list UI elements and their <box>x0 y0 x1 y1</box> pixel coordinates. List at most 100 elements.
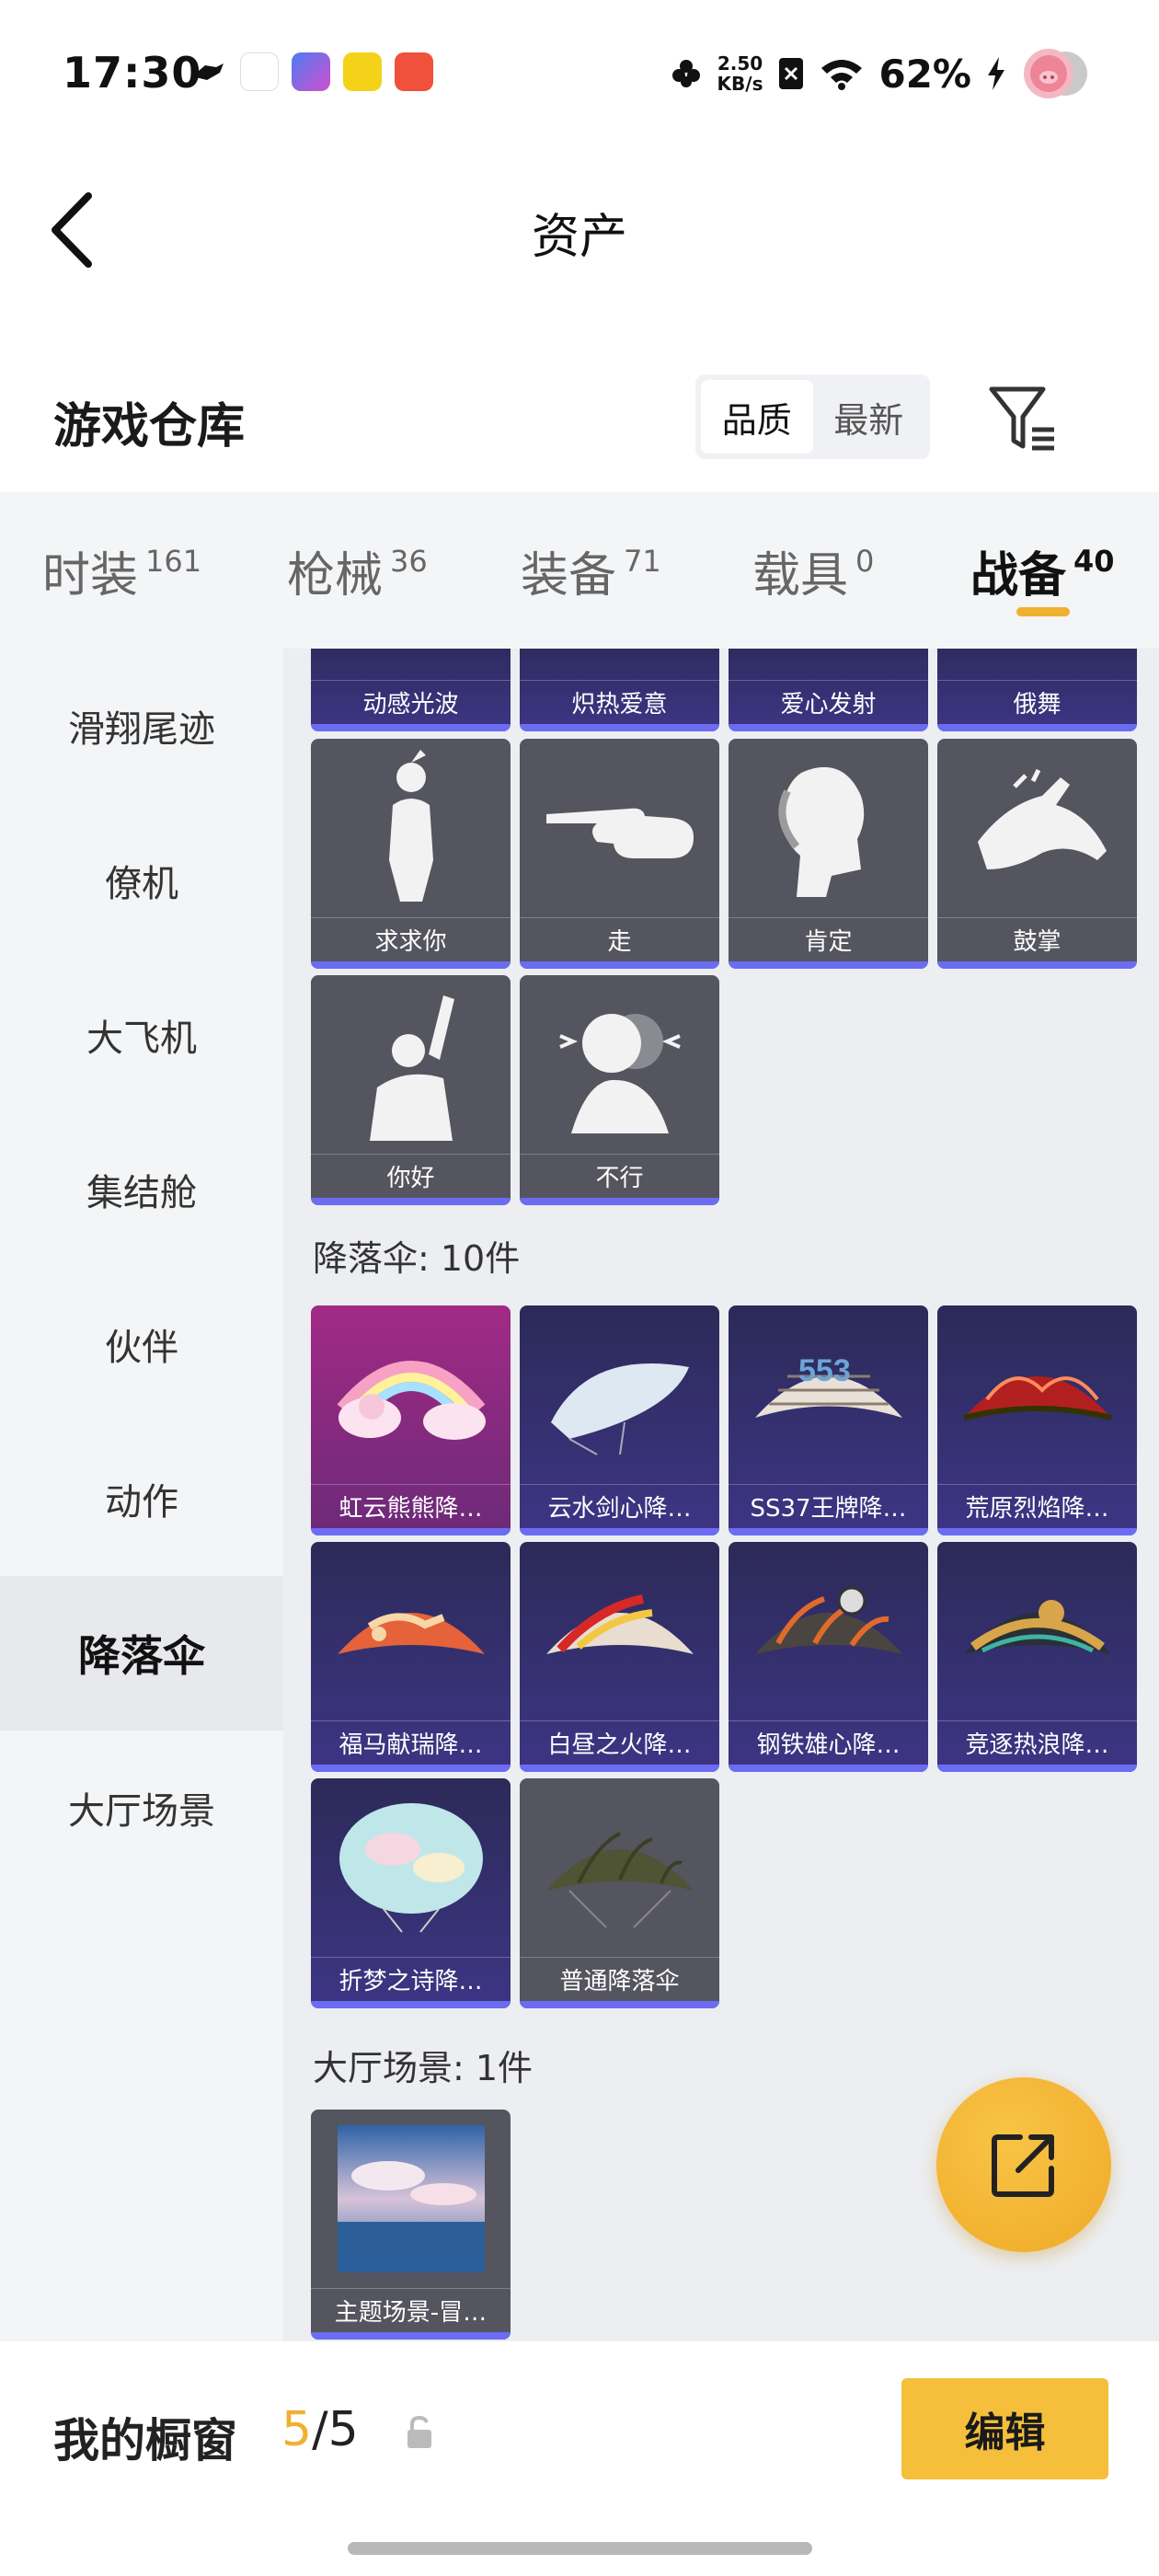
category-sidebar: 滑翔尾迹 僚机 大飞机 集结舱 伙伴 动作 降落伞 大厅场景 <box>0 649 283 2341</box>
sort-quality-option[interactable]: 品质 <box>701 380 813 454</box>
item-label: SS37王牌降… <box>729 1484 928 1528</box>
head-shake-icon <box>558 1014 681 1133</box>
rarity-bar <box>311 1765 511 1772</box>
sidebar-item-parachute[interactable]: 降落伞 <box>0 1576 283 1731</box>
unlock-icon <box>407 2415 431 2448</box>
item-label: 折梦之诗降… <box>311 1957 511 2001</box>
item-card[interactable]: 主题场景-冒… <box>311 2110 511 2340</box>
item-label: 爱心发射 <box>729 680 928 724</box>
item-label: 动感光波 <box>311 680 511 724</box>
sidebar-item-glide-trail[interactable]: 滑翔尾迹 <box>0 649 283 803</box>
rarity-bar <box>520 1765 719 1772</box>
item-card[interactable]: 不行 <box>520 975 719 1205</box>
speed-boat-icon <box>192 63 224 80</box>
item-card[interactable]: 竞逐热浪降… <box>937 1542 1137 1772</box>
item-label: 俄舞 <box>937 680 1137 724</box>
filter-icon[interactable] <box>986 382 1060 455</box>
tab-guns[interactable]: 枪械 36 <box>287 536 428 605</box>
flower-icon <box>671 60 700 87</box>
tab-vehicles[interactable]: 载具 0 <box>752 536 874 605</box>
rarity-bar <box>937 961 1137 969</box>
tab-combat-gear[interactable]: 战备 40 <box>970 536 1115 605</box>
item-card[interactable]: 走 <box>520 739 719 969</box>
calendar-icon <box>240 52 279 91</box>
category-tabs: 时装 161 枪械 36 装备 71 载具 0 战备 40 <box>0 492 1159 649</box>
tab-fashion-count: 161 <box>145 544 202 579</box>
wildfire-parachute-icon <box>962 1376 1112 1420</box>
item-label: 走 <box>520 917 719 961</box>
item-label: 普通降落伞 <box>520 1957 719 2001</box>
item-card[interactable]: 鼓掌 <box>937 739 1137 969</box>
parachute-art <box>520 1305 719 1484</box>
parachute-art <box>311 1778 511 1957</box>
showcase-bar: 我的橱窗 5/5 编辑 <box>0 2341 1159 2576</box>
action-art <box>520 975 719 1154</box>
share-icon <box>992 2134 1054 2197</box>
sidebar-item-wingman[interactable]: 僚机 <box>0 803 283 958</box>
warehouse-title: 游戏仓库 <box>53 399 246 454</box>
sidebar-item-lobby-scene[interactable]: 大厅场景 <box>0 1731 283 1885</box>
tab-equipment[interactable]: 装备 71 <box>521 536 661 605</box>
item-card[interactable]: 普通降落伞 <box>520 1778 719 2008</box>
tab-combat-gear-label: 战备 <box>970 548 1067 604</box>
home-indicator[interactable] <box>348 2542 812 2555</box>
rarity-bar <box>729 1528 928 1535</box>
item-label: 你好 <box>311 1154 511 1198</box>
showcase-count: 5/5 <box>281 2402 359 2457</box>
item-card[interactable]: 求求你 <box>311 739 511 969</box>
svg-text:553: 553 <box>798 1353 851 1388</box>
item-card[interactable]: 荒原烈焰降… <box>937 1305 1137 1535</box>
parachute-art <box>937 1542 1137 1720</box>
item-card[interactable]: 动感光波 <box>311 649 511 731</box>
tab-fashion-label: 时装 <box>42 548 139 604</box>
sidebar-item-big-plane[interactable]: 大飞机 <box>0 958 283 1112</box>
parachute-art <box>311 1305 511 1484</box>
sidebar-item-rally-pod[interactable]: 集结舱 <box>0 1112 283 1267</box>
item-card[interactable]: 俄舞 <box>937 649 1137 731</box>
rarity-bar <box>311 961 511 969</box>
share-button[interactable] <box>936 2077 1111 2252</box>
rarity-bar <box>937 1528 1137 1535</box>
item-card[interactable]: 虹云熊熊降… <box>311 1305 511 1535</box>
item-card[interactable]: 钢铁雄心降… <box>729 1542 928 1772</box>
wifi-icon <box>821 60 863 90</box>
item-label: 虹云熊熊降… <box>311 1484 511 1528</box>
item-card[interactable]: 福马献瑞降… <box>311 1542 511 1772</box>
tab-vehicles-count: 0 <box>855 544 875 579</box>
showcase-title: 我的橱窗 <box>53 2414 237 2467</box>
rarity-bar <box>311 2001 511 2008</box>
showcase-current: 5 <box>281 2402 313 2457</box>
sim-off-icon <box>779 58 804 89</box>
item-label: 福马献瑞降… <box>311 1720 511 1765</box>
lucky-horse-parachute-icon <box>337 1613 485 1654</box>
rarity-bar <box>520 1528 719 1535</box>
parachute-art <box>311 1542 511 1720</box>
notification-icons <box>189 52 433 91</box>
tab-fashion[interactable]: 时装 161 <box>42 536 201 605</box>
item-label: 白昼之火降… <box>520 1720 719 1765</box>
tab-combat-gear-count: 40 <box>1073 544 1115 579</box>
sort-newest-option[interactable]: 最新 <box>813 380 925 454</box>
item-label: 竞逐热浪降… <box>937 1720 1137 1765</box>
item-card[interactable]: 白昼之火降… <box>520 1542 719 1772</box>
item-card[interactable]: 爱心发射 <box>729 649 928 731</box>
tab-equipment-count: 71 <box>624 544 661 579</box>
sort-toggle: 品质 最新 <box>695 374 930 459</box>
nod-head-icon <box>777 766 864 897</box>
item-card[interactable]: 云水剑心降… <box>520 1305 719 1535</box>
action-art <box>937 739 1137 917</box>
dream-poem-parachute-icon <box>339 1803 483 1933</box>
item-card[interactable]: 折梦之诗降… <box>311 1778 511 2008</box>
edit-button[interactable]: 编辑 <box>901 2378 1108 2479</box>
pray-pose-icon <box>388 750 433 902</box>
item-card[interactable]: 你好 <box>311 975 511 1205</box>
sidebar-item-companion[interactable]: 伙伴 <box>0 1267 283 1421</box>
item-label: 炽热爱意 <box>520 680 719 724</box>
sidebar-item-actions[interactable]: 动作 <box>0 1421 283 1576</box>
item-card[interactable]: 553 SS37王牌降… <box>729 1305 928 1535</box>
avatar-icon <box>1024 49 1087 98</box>
item-card[interactable]: 肯定 <box>729 739 928 969</box>
rarity-bar <box>937 724 1137 731</box>
item-card[interactable]: 炽热爱意 <box>520 649 719 731</box>
rarity-bar <box>729 961 928 969</box>
